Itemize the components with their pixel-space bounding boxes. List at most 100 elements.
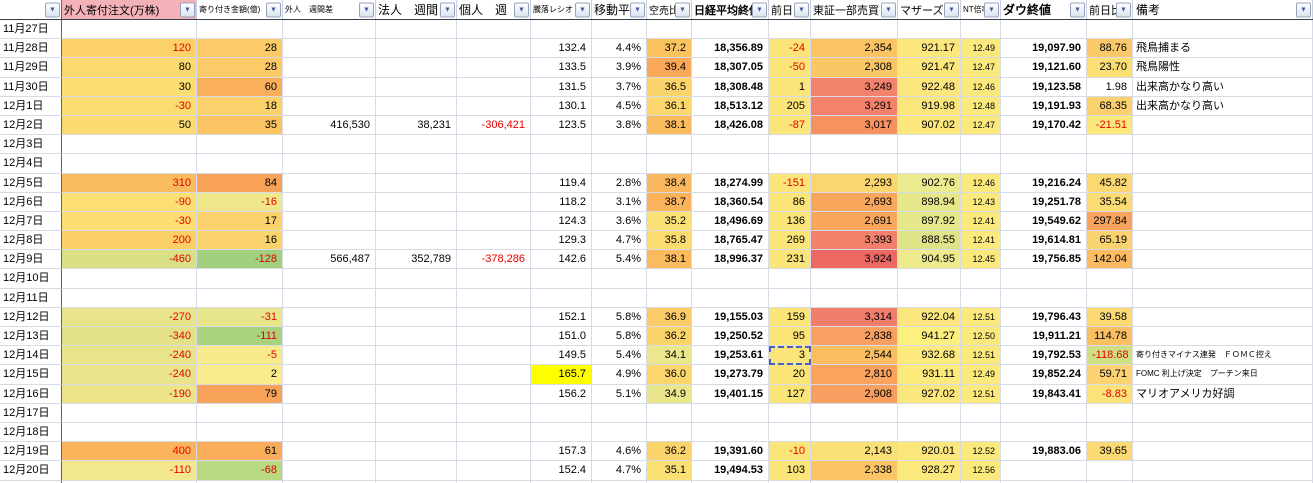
cell-mothers[interactable]: 931.11 [898, 365, 961, 384]
cell-gaijin-yoritsuki-orders[interactable]: -340 [62, 327, 197, 346]
cell-dow-change[interactable] [1087, 269, 1133, 288]
cell-tosho-volume[interactable] [811, 404, 898, 423]
cell-toraku-ratio[interactable]: 156.2 [531, 385, 592, 404]
cell-gaijin-weekly[interactable] [283, 97, 376, 116]
cell-kojin-weekly[interactable] [457, 269, 531, 288]
cell-moving-average[interactable]: 5.8% [592, 327, 647, 346]
cell-nikkei-change[interactable]: -87 [769, 116, 811, 135]
cell-biko[interactable] [1133, 116, 1313, 135]
cell-moving-average[interactable]: 3.7% [592, 78, 647, 97]
cell-biko[interactable] [1133, 327, 1313, 346]
cell-moving-average[interactable]: 5.1% [592, 385, 647, 404]
cell-dow-change[interactable]: -8.83 [1087, 385, 1133, 404]
cell-karauri-ratio[interactable] [647, 154, 692, 173]
cell-nikkei-close[interactable]: 19,155.03 [692, 308, 769, 327]
cell-nikkei-close[interactable]: 18,765.47 [692, 231, 769, 250]
cell-yoritsuki-amount[interactable]: -16 [197, 193, 283, 212]
cell-nikkei-change[interactable]: -50 [769, 58, 811, 77]
cell-dow-change[interactable]: 114.78 [1087, 327, 1133, 346]
cell-gaijin-yoritsuki-orders[interactable] [62, 289, 197, 308]
cell-biko[interactable] [1133, 461, 1313, 480]
cell-nikkei-close[interactable]: 19,401.15 [692, 385, 769, 404]
cell-nt-ratio[interactable]: 12.41 [961, 212, 1001, 231]
cell-kojin-weekly[interactable] [457, 20, 531, 39]
cell-toraku-ratio[interactable]: 118.2 [531, 193, 592, 212]
cell-tosho-volume[interactable]: 3,017 [811, 116, 898, 135]
cell-moving-average[interactable] [592, 135, 647, 154]
cell-hojin-weekly[interactable]: 352,789 [376, 250, 457, 269]
cell-gaijin-weekly[interactable] [283, 78, 376, 97]
cell-toraku-ratio[interactable]: 157.3 [531, 442, 592, 461]
cell-kojin-weekly[interactable] [457, 39, 531, 58]
cell-biko[interactable] [1133, 154, 1313, 173]
cell-hojin-weekly[interactable] [376, 20, 457, 39]
cell-biko[interactable] [1133, 174, 1313, 193]
cell-nt-ratio[interactable] [961, 269, 1001, 288]
date-cell[interactable]: 12月14日 [0, 346, 62, 365]
cell-kojin-weekly[interactable] [457, 193, 531, 212]
cell-kojin-weekly[interactable]: -306,421 [457, 116, 531, 135]
cell-gaijin-yoritsuki-orders[interactable]: -90 [62, 193, 197, 212]
cell-nikkei-change[interactable]: 86 [769, 193, 811, 212]
cell-mothers[interactable]: 902.76 [898, 174, 961, 193]
cell-dow-change[interactable] [1087, 423, 1133, 442]
date-cell[interactable]: 12月15日 [0, 365, 62, 384]
cell-karauri-ratio[interactable]: 39.4 [647, 58, 692, 77]
cell-karauri-ratio[interactable]: 35.2 [647, 212, 692, 231]
cell-gaijin-yoritsuki-orders[interactable] [62, 135, 197, 154]
cell-yoritsuki-amount[interactable] [197, 135, 283, 154]
cell-moving-average[interactable]: 4.4% [592, 39, 647, 58]
cell-nt-ratio[interactable] [961, 289, 1001, 308]
cell-tosho-volume[interactable] [811, 154, 898, 173]
cell-hojin-weekly[interactable] [376, 346, 457, 365]
date-cell[interactable]: 12月2日 [0, 116, 62, 135]
cell-biko[interactable]: FOMC 利上げ決定 プーチン来日 [1133, 365, 1313, 384]
cell-nikkei-close[interactable]: 19,391.60 [692, 442, 769, 461]
cell-gaijin-weekly[interactable] [283, 154, 376, 173]
cell-karauri-ratio[interactable]: 34.9 [647, 385, 692, 404]
cell-moving-average[interactable]: 4.5% [592, 97, 647, 116]
cell-nikkei-close[interactable]: 19,250.52 [692, 327, 769, 346]
cell-moving-average[interactable]: 3.6% [592, 212, 647, 231]
cell-yoritsuki-amount[interactable]: -31 [197, 308, 283, 327]
cell-tosho-volume[interactable]: 2,308 [811, 58, 898, 77]
cell-biko[interactable]: 飛鳥陽性 [1133, 58, 1313, 77]
cell-tosho-volume[interactable]: 2,338 [811, 461, 898, 480]
cell-nikkei-change[interactable]: 269 [769, 231, 811, 250]
cell-dow-change[interactable] [1087, 461, 1133, 480]
cell-karauri-ratio[interactable] [647, 269, 692, 288]
cell-gaijin-weekly[interactable] [283, 269, 376, 288]
cell-gaijin-weekly[interactable] [283, 442, 376, 461]
cell-yoritsuki-amount[interactable] [197, 20, 283, 39]
cell-mothers[interactable]: 907.02 [898, 116, 961, 135]
cell-yoritsuki-amount[interactable]: 28 [197, 58, 283, 77]
cell-dow-change[interactable]: -21.51 [1087, 116, 1133, 135]
cell-gaijin-weekly[interactable] [283, 212, 376, 231]
cell-gaijin-yoritsuki-orders[interactable]: -30 [62, 97, 197, 116]
cell-hojin-weekly[interactable] [376, 269, 457, 288]
cell-dow-change[interactable] [1087, 154, 1133, 173]
filter-dropdown-icon[interactable]: ▼ [1070, 2, 1085, 17]
cell-nikkei-change[interactable]: 231 [769, 250, 811, 269]
cell-nt-ratio[interactable] [961, 154, 1001, 173]
cell-nt-ratio[interactable]: 12.51 [961, 308, 1001, 327]
cell-dow-change[interactable]: 39.65 [1087, 442, 1133, 461]
cell-nt-ratio[interactable]: 12.46 [961, 78, 1001, 97]
cell-kojin-weekly[interactable] [457, 78, 531, 97]
date-cell[interactable]: 12月20日 [0, 461, 62, 480]
cell-toraku-ratio[interactable]: 119.4 [531, 174, 592, 193]
date-cell[interactable]: 12月7日 [0, 212, 62, 231]
filter-dropdown-icon[interactable]: ▼ [45, 2, 60, 17]
filter-dropdown-icon[interactable]: ▼ [944, 2, 959, 17]
cell-toraku-ratio[interactable] [531, 20, 592, 39]
date-cell[interactable]: 12月9日 [0, 250, 62, 269]
cell-nikkei-change[interactable]: 127 [769, 385, 811, 404]
cell-hojin-weekly[interactable] [376, 135, 457, 154]
cell-mothers[interactable]: 888.55 [898, 231, 961, 250]
cell-karauri-ratio[interactable]: 36.9 [647, 308, 692, 327]
cell-nikkei-close[interactable]: 18,513.12 [692, 97, 769, 116]
cell-yoritsuki-amount[interactable]: -5 [197, 346, 283, 365]
cell-hojin-weekly[interactable] [376, 423, 457, 442]
cell-dow-change[interactable]: 23.70 [1087, 58, 1133, 77]
cell-gaijin-weekly[interactable] [283, 20, 376, 39]
